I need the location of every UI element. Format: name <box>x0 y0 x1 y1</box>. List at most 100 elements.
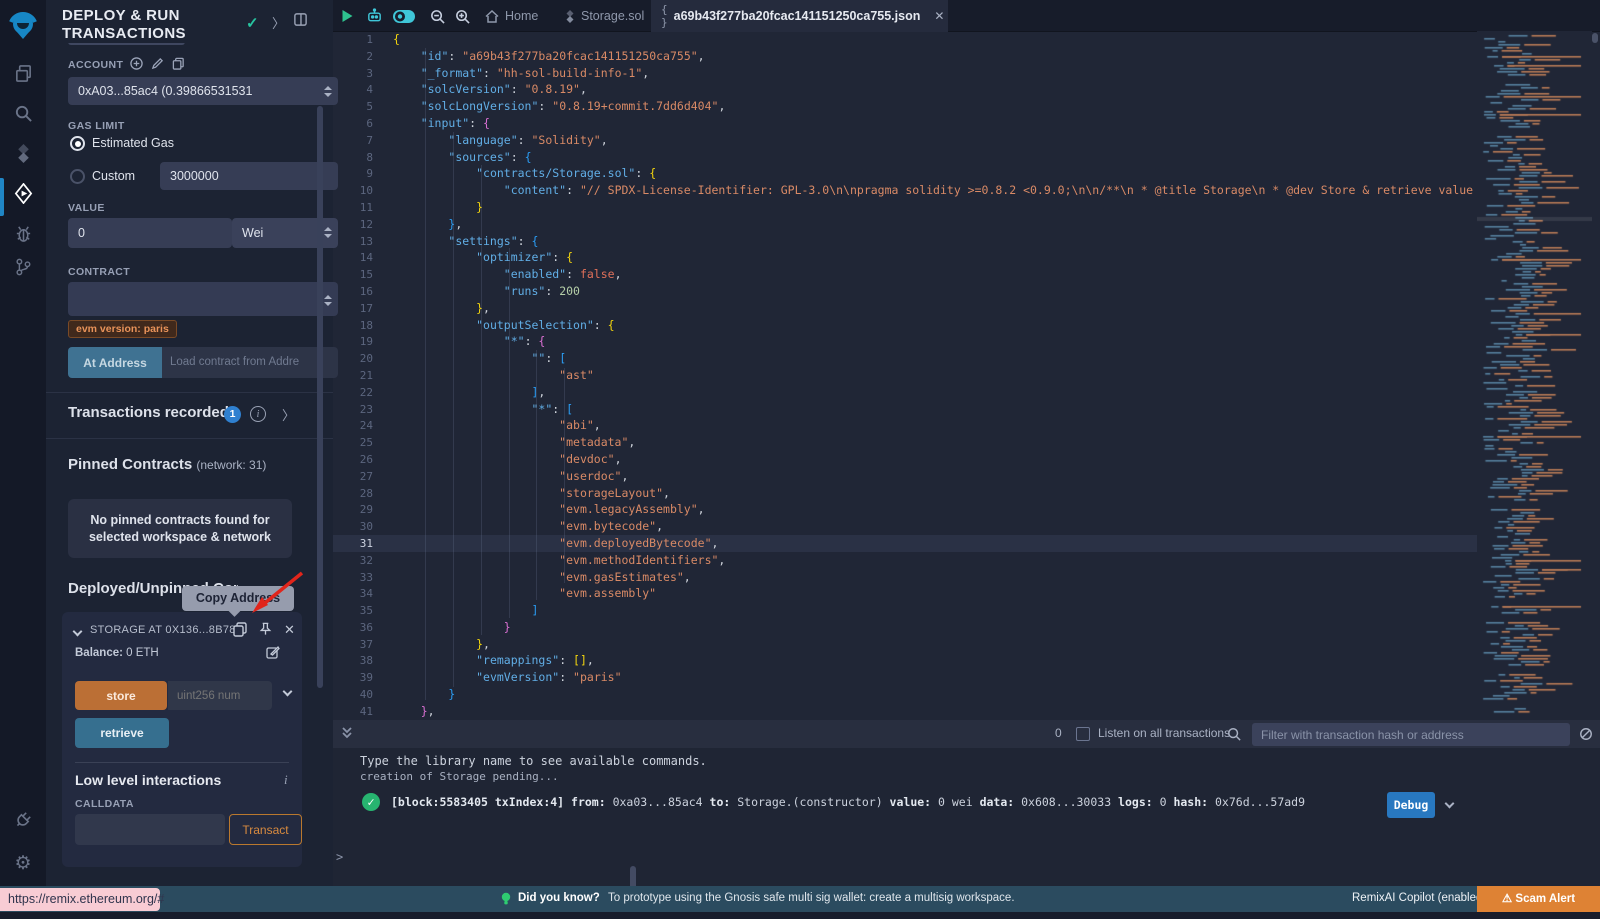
expand-tx-icon[interactable] <box>1445 799 1455 809</box>
estimated-gas-radio[interactable] <box>70 136 85 151</box>
code-line[interactable]: 18 "outputSelection": { <box>333 317 1477 334</box>
code-line[interactable]: 1{ <box>333 31 1477 48</box>
code-line[interactable]: 15 "enabled": false, <box>333 266 1477 283</box>
tx-log-line[interactable]: [block:5583405 txIndex:4] from: 0xa03...… <box>391 795 1305 809</box>
code-line[interactable]: 20 "": [ <box>333 350 1477 367</box>
tab-storage-sol[interactable]: Storage.sol <box>555 0 654 32</box>
transact-button[interactable]: Transact <box>229 814 302 845</box>
git-icon[interactable] <box>0 248 46 286</box>
code-line[interactable]: 2 "id": "a69b43f277ba20fcac141151250ca75… <box>333 48 1477 65</box>
code-line[interactable]: 7 "language": "Solidity", <box>333 132 1477 149</box>
debug-button[interactable]: Debug <box>1387 792 1435 818</box>
copy-address-icon[interactable] <box>232 621 248 642</box>
code-line[interactable]: 29 "evm.legacyAssembly", <box>333 501 1477 518</box>
code-line[interactable]: 8 "sources": { <box>333 149 1477 166</box>
search-icon[interactable] <box>0 94 46 132</box>
code-line[interactable]: 32 "evm.methodIdentifiers", <box>333 552 1477 569</box>
edit-account-icon[interactable] <box>151 57 164 75</box>
copilot-toggle-icon[interactable] <box>389 0 419 32</box>
tab-json-active[interactable]: { } a69b43f277ba20fcac141151250ca755.jso… <box>651 0 948 32</box>
transactions-expand-icon[interactable]: 〉 <box>282 405 295 424</box>
code-line[interactable]: 40 } <box>333 686 1477 703</box>
code-line[interactable]: 13 "settings": { <box>333 233 1477 250</box>
store-arg-input[interactable] <box>168 681 272 710</box>
edit-balance-icon[interactable] <box>266 645 280 664</box>
code-line[interactable]: 41 }, <box>333 703 1477 720</box>
transactions-info-icon[interactable]: i <box>250 406 266 422</box>
pin-contract-icon[interactable] <box>258 621 273 642</box>
at-address-button[interactable]: At Address <box>68 347 162 378</box>
copy-account-icon[interactable] <box>172 57 185 75</box>
expand-panel-icon[interactable]: 〉 <box>272 13 285 32</box>
deploy-run-icon[interactable] <box>0 174 46 212</box>
code-line[interactable]: 11 } <box>333 199 1477 216</box>
code-line[interactable]: 3 "_format": "hh-sol-build-info-1", <box>333 65 1477 82</box>
expand-store-icon[interactable] <box>283 687 293 697</box>
code-line[interactable]: 31 "evm.deployedBytecode", <box>333 535 1477 552</box>
settings-gear-icon[interactable]: ⚙ <box>0 844 46 882</box>
load-contract-address-field[interactable]: Load contract from Addre <box>162 347 338 378</box>
code-line[interactable]: 30 "evm.bytecode", <box>333 518 1477 535</box>
code-line[interactable]: 16 "runs": 200 <box>333 283 1477 300</box>
code-line[interactable]: 23 "*": [ <box>333 401 1477 418</box>
pin-panel-icon[interactable] <box>293 12 308 30</box>
custom-gas-input[interactable] <box>160 162 338 190</box>
add-account-icon[interactable] <box>130 57 143 75</box>
code-line[interactable]: 27 "userdoc", <box>333 468 1477 485</box>
store-function-button[interactable]: store <box>75 681 167 710</box>
run-script-icon[interactable] <box>335 0 359 32</box>
code-line[interactable]: 12 }, <box>333 216 1477 233</box>
transaction-filter-input[interactable] <box>1252 723 1570 746</box>
code-line[interactable]: 21 "ast" <box>333 367 1477 384</box>
calldata-input[interactable] <box>75 814 225 845</box>
code-line[interactable]: 6 "input": { <box>333 115 1477 132</box>
code-line[interactable]: 36 } <box>333 619 1477 636</box>
code-line[interactable]: 14 "optimizer": { <box>333 249 1477 266</box>
contract-select[interactable] <box>68 282 338 316</box>
clear-filter-icon[interactable] <box>1579 727 1593 744</box>
code-line[interactable]: 26 "devdoc", <box>333 451 1477 468</box>
code-editor[interactable]: 1{2 "id": "a69b43f277ba20fcac141151250ca… <box>333 31 1477 721</box>
close-tab-icon[interactable]: ✕ <box>934 9 944 23</box>
terminal[interactable]: Type the library name to see available c… <box>333 748 1600 886</box>
code-line[interactable]: 34 "evm.assembly" <box>333 585 1477 602</box>
low-level-info-icon[interactable]: i <box>284 772 288 788</box>
code-line[interactable]: 37 }, <box>333 636 1477 653</box>
editor-scrollbar-thumb[interactable] <box>1592 33 1598 43</box>
copilot-status[interactable]: RemixAI Copilot (enabled) <box>1352 892 1486 904</box>
code-line[interactable]: 38 "remappings": [], <box>333 652 1477 669</box>
panel-scrollbar[interactable] <box>317 106 323 688</box>
minimap[interactable] <box>1477 31 1592 720</box>
ai-robot-icon[interactable] <box>361 0 387 32</box>
retrieve-function-button[interactable]: retrieve <box>75 718 169 748</box>
debugger-icon[interactable] <box>0 214 46 252</box>
listen-all-checkbox[interactable] <box>1076 727 1090 741</box>
value-input[interactable] <box>68 218 232 248</box>
terminal-search-icon[interactable] <box>1227 727 1241 744</box>
collapse-terminal-icon[interactable] <box>341 725 353 744</box>
tab-home[interactable]: Home <box>475 0 548 32</box>
code-line[interactable]: 25 "metadata", <box>333 434 1477 451</box>
code-line[interactable]: 22 ], <box>333 384 1477 401</box>
code-line[interactable]: 35 ] <box>333 602 1477 619</box>
code-line[interactable]: 24 "abi", <box>333 417 1477 434</box>
file-explorer-icon[interactable] <box>0 54 46 92</box>
remove-contract-icon[interactable]: ✕ <box>284 622 295 638</box>
code-line[interactable]: 10 "content": "// SPDX-License-Identifie… <box>333 182 1477 199</box>
remix-logo-icon[interactable] <box>0 4 46 48</box>
code-line[interactable]: 17 }, <box>333 300 1477 317</box>
code-line[interactable]: 4 "solcVersion": "0.8.19", <box>333 81 1477 98</box>
code-line[interactable]: 5 "solcLongVersion": "0.8.19+commit.7dd6… <box>333 98 1477 115</box>
code-line[interactable]: 39 "evmVersion": "paris" <box>333 669 1477 686</box>
code-line[interactable]: 9 "contracts/Storage.sol": { <box>333 165 1477 182</box>
zoom-in-icon[interactable] <box>450 0 474 32</box>
scam-alert-badge[interactable]: ⚠ Scam Alert <box>1477 886 1600 912</box>
solidity-compiler-icon[interactable] <box>0 134 46 172</box>
zoom-out-icon[interactable] <box>425 0 449 32</box>
code-line[interactable]: 19 "*": { <box>333 333 1477 350</box>
collapse-contract-icon[interactable] <box>73 627 83 637</box>
code-line[interactable]: 28 "storageLayout", <box>333 485 1477 502</box>
custom-gas-radio[interactable] <box>70 169 85 184</box>
account-select[interactable] <box>68 77 338 105</box>
plugin-manager-icon[interactable] <box>0 800 46 838</box>
